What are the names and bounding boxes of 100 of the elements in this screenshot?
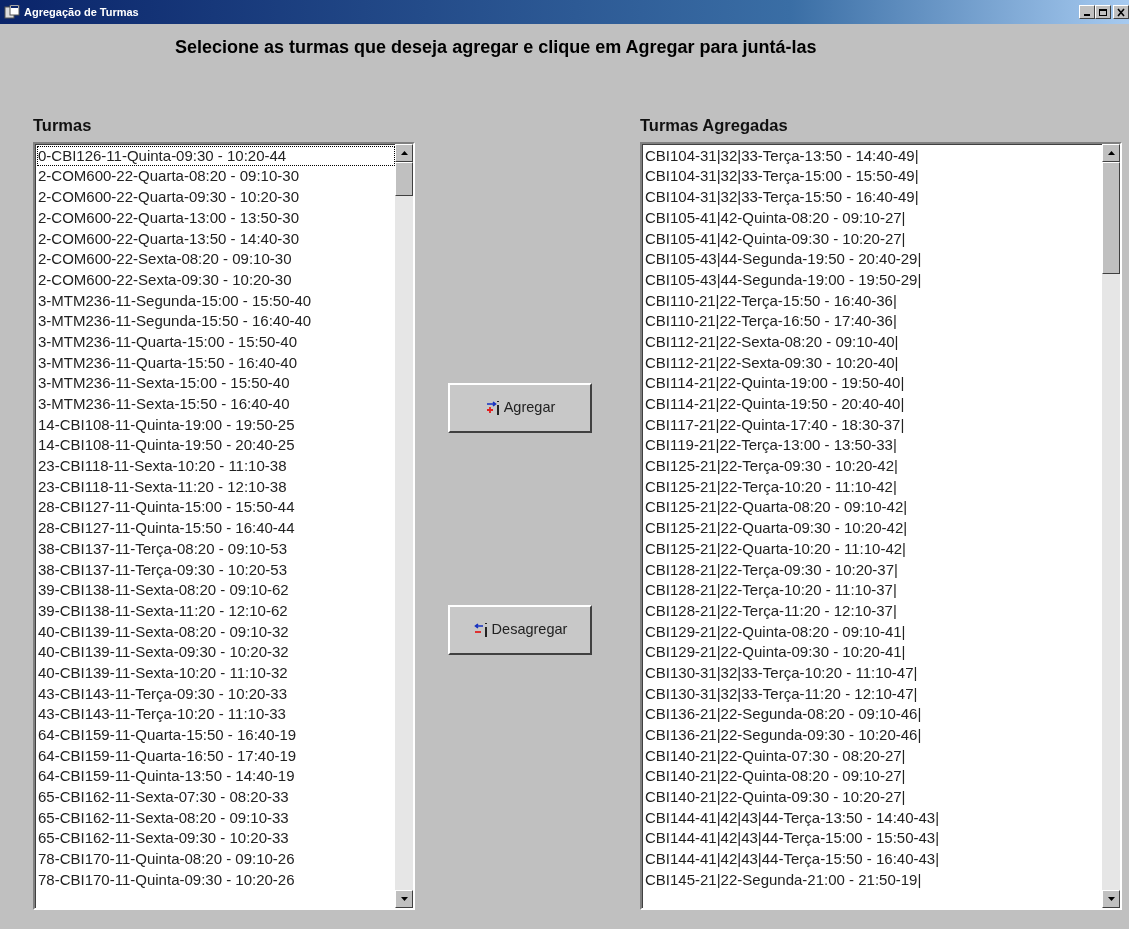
list-item[interactable]: CBI130-31|32|33-Terça-10:20 - 11:10-47| <box>644 662 1102 684</box>
list-item[interactable]: CBI128-21|22-Terça-10:20 - 11:10-37| <box>644 580 1102 601</box>
list-item[interactable]: CBI136-21|22-Segunda-09:30 - 10:20-46| <box>644 725 1102 746</box>
list-item[interactable]: 3-MTM236-11-Quarta-15:00 - 15:50-40 <box>37 331 395 353</box>
close-button[interactable] <box>1113 5 1129 19</box>
list-item[interactable]: 38-CBI137-11-Terça-08:20 - 09:10-53 <box>37 538 395 560</box>
maximize-icon <box>1098 7 1108 17</box>
list-item[interactable]: 65-CBI162-11-Sexta-07:30 - 08:20-33 <box>37 787 395 808</box>
list-item[interactable]: CBI114-21|22-Quinta-19:50 - 20:40-40| <box>644 394 1102 415</box>
list-item[interactable]: CBI144-41|42|43|44-Terça-15:00 - 15:50-43| <box>644 828 1102 850</box>
list-item[interactable]: 38-CBI137-11-Terça-09:30 - 10:20-53 <box>37 559 395 581</box>
list-item[interactable]: CBI128-21|22-Terça-11:20 - 12:10-37| <box>644 600 1102 622</box>
list-item[interactable]: CBI125-21|22-Terça-09:30 - 10:20-42| <box>644 456 1102 477</box>
app-icon <box>4 5 20 19</box>
list-item[interactable]: 3-MTM236-11-Segunda-15:00 - 15:50-40 <box>37 290 395 312</box>
list-item[interactable]: 14-CBI108-11-Quinta-19:00 - 19:50-25 <box>37 414 395 436</box>
list-item[interactable]: CBI105-41|42-Quinta-08:20 - 09:10-27| <box>644 207 1102 229</box>
list-item[interactable]: 2-COM600-22-Quarta-08:20 - 09:10-30 <box>37 166 395 188</box>
list-item[interactable]: CBI125-21|22-Quarta-10:20 - 11:10-42| <box>644 538 1102 560</box>
list-item[interactable]: CBI119-21|22-Terça-13:00 - 13:50-33| <box>644 435 1102 457</box>
instruction-text: Selecione as turmas que deseja agregar e clique em Agregar para juntá-las <box>174 36 818 59</box>
up-arrow-icon <box>1107 150 1115 155</box>
list-item[interactable]: CBI128-21|22-Terça-09:30 - 10:20-37| <box>644 559 1102 581</box>
list-item[interactable]: CBI105-41|42-Quinta-09:30 - 10:20-27| <box>644 228 1102 250</box>
list-item[interactable]: CBI130-31|32|33-Terça-11:20 - 12:10-47| <box>644 683 1102 705</box>
close-icon <box>1116 7 1126 17</box>
list-item[interactable]: CBI105-43|44-Segunda-19:50 - 20:40-29| <box>644 249 1102 270</box>
list-item[interactable]: CBI125-21|22-Terça-10:20 - 11:10-42| <box>644 476 1102 498</box>
list-item[interactable]: CBI144-41|42|43|44-Terça-13:50 - 14:40-43| <box>644 807 1102 829</box>
list-item[interactable]: 43-CBI143-11-Terça-10:20 - 11:10-33 <box>37 704 395 725</box>
list-item[interactable]: 14-CBI108-11-Quinta-19:50 - 20:40-25 <box>37 435 395 457</box>
list-item[interactable]: 78-CBI170-11-Quinta-08:20 - 09:10-26 <box>37 849 395 870</box>
down-arrow-icon <box>1107 896 1115 901</box>
list-box[interactable] <box>33 141 415 910</box>
scroll-thumb[interactable] <box>1102 161 1120 274</box>
minimize-button[interactable] <box>1079 5 1095 19</box>
list-item[interactable]: 64-CBI159-11-Quarta-15:50 - 16:40-19 <box>37 725 395 746</box>
remove-button[interactable]: Desagregar <box>448 605 592 655</box>
list-item[interactable]: 28-CBI127-11-Quinta-15:50 - 16:40-44 <box>37 518 395 539</box>
list-item[interactable]: 39-CBI138-11-Sexta-08:20 - 09:10-62 <box>37 580 395 601</box>
list-item[interactable]: 64-CBI159-11-Quarta-16:50 - 17:40-19 <box>37 745 395 767</box>
list-item[interactable]: CBI105-43|44-Segunda-19:00 - 19:50-29| <box>644 269 1102 291</box>
list-item[interactable]: 3-MTM236-11-Sexta-15:00 - 15:50-40 <box>37 373 395 394</box>
list-item[interactable]: 78-CBI170-11-Quinta-09:30 - 10:20-26 <box>37 869 395 891</box>
list-item[interactable]: 3-MTM236-11-Quarta-15:50 - 16:40-40 <box>37 352 395 374</box>
list-item[interactable]: 3-MTM236-11-Segunda-15:50 - 16:40-40 <box>37 311 395 332</box>
list-item[interactable]: CBI112-21|22-Sexta-09:30 - 10:20-40| <box>644 352 1102 374</box>
list-label: Turmas Agregadas <box>640 115 789 136</box>
window-title: Agregação de Turmas <box>24 4 140 20</box>
list-item[interactable]: CBI117-21|22-Quinta-17:40 - 18:30-37| <box>644 414 1102 436</box>
maximize-button[interactable] <box>1095 5 1111 19</box>
list-item[interactable]: CBI129-21|22-Quinta-09:30 - 10:20-41| <box>644 642 1102 663</box>
list-item[interactable]: 2-COM600-22-Quarta-13:50 - 14:40-30 <box>37 228 395 250</box>
list-item[interactable]: 39-CBI138-11-Sexta-11:20 - 12:10-62 <box>37 600 395 622</box>
list-item[interactable]: CBI125-21|22-Quarta-08:20 - 09:10-42| <box>644 497 1102 519</box>
list-item[interactable]: 64-CBI159-11-Quinta-13:50 - 14:40-19 <box>37 766 395 788</box>
list-item[interactable]: CBI114-21|22-Quinta-19:00 - 19:50-40| <box>644 373 1102 394</box>
list-item[interactable]: CBI112-21|22-Sexta-08:20 - 09:10-40| <box>644 331 1102 353</box>
list-item[interactable]: 40-CBI139-11-Sexta-08:20 - 09:10-32 <box>37 621 395 643</box>
list-box[interactable] <box>640 141 1122 910</box>
list-item[interactable]: 2-COM600-22-Quarta-13:00 - 13:50-30 <box>37 207 395 229</box>
minimize-icon <box>1084 14 1090 16</box>
remove-arrows-icon <box>472 622 489 638</box>
scrollbar[interactable] <box>1102 143 1120 908</box>
list-item[interactable]: 2-COM600-22-Sexta-09:30 - 10:20-30 <box>37 269 395 291</box>
list-item[interactable]: CBI110-21|22-Terça-16:50 - 17:40-36| <box>644 311 1102 332</box>
list-item[interactable]: CBI104-31|32|33-Terça-13:50 - 14:40-49| <box>644 145 1102 167</box>
scrollbar[interactable] <box>395 143 413 908</box>
list-item[interactable]: 23-CBI118-11-Sexta-11:20 - 12:10-38 <box>37 476 395 498</box>
scroll-down-button[interactable] <box>1102 889 1120 908</box>
list-item[interactable]: 65-CBI162-11-Sexta-09:30 - 10:20-33 <box>37 828 395 850</box>
list-item[interactable]: CBI140-21|22-Quinta-07:30 - 08:20-27| <box>644 745 1102 767</box>
list-item[interactable]: CBI144-41|42|43|44-Terça-15:50 - 16:40-43| <box>644 849 1102 870</box>
list-item[interactable]: 0-CBI126-11-Quinta-09:30 - 10:20-44 <box>37 145 395 167</box>
list-item[interactable]: CBI125-21|22-Quarta-09:30 - 10:20-42| <box>644 518 1102 539</box>
list-item[interactable]: CBI140-21|22-Quinta-09:30 - 10:20-27| <box>644 787 1102 808</box>
list-item[interactable]: CBI110-21|22-Terça-15:50 - 16:40-36| <box>644 290 1102 312</box>
up-arrow-icon <box>400 150 408 155</box>
list-item[interactable]: 2-COM600-22-Quarta-09:30 - 10:20-30 <box>37 187 395 208</box>
add-button[interactable]: Agregar <box>448 383 592 433</box>
list-item[interactable]: 40-CBI139-11-Sexta-09:30 - 10:20-32 <box>37 642 395 663</box>
list-item[interactable]: 43-CBI143-11-Terça-09:30 - 10:20-33 <box>37 683 395 705</box>
list-item[interactable]: 40-CBI139-11-Sexta-10:20 - 11:10-32 <box>37 662 395 684</box>
list-item[interactable]: CBI136-21|22-Segunda-08:20 - 09:10-46| <box>644 704 1102 725</box>
list-item[interactable]: CBI129-21|22-Quinta-08:20 - 09:10-41| <box>644 621 1102 643</box>
scroll-up-button[interactable] <box>395 143 413 162</box>
list-item[interactable]: 3-MTM236-11-Sexta-15:50 - 16:40-40 <box>37 394 395 415</box>
list-item[interactable]: CBI104-31|32|33-Terça-15:50 - 16:40-49| <box>644 187 1102 208</box>
list-item[interactable]: CBI145-21|22-Segunda-21:00 - 21:50-19| <box>644 869 1102 891</box>
add-arrows-icon <box>484 400 501 416</box>
list-label: Turmas <box>33 115 93 136</box>
scroll-down-button[interactable] <box>395 889 413 908</box>
list-item[interactable]: CBI140-21|22-Quinta-08:20 - 09:10-27| <box>644 766 1102 788</box>
scroll-thumb[interactable] <box>395 161 413 196</box>
list-item[interactable]: 65-CBI162-11-Sexta-08:20 - 09:10-33 <box>37 807 395 829</box>
list-item[interactable]: 23-CBI118-11-Sexta-10:20 - 11:10-38 <box>37 456 395 477</box>
scroll-up-button[interactable] <box>1102 143 1120 162</box>
list-item[interactable]: 28-CBI127-11-Quinta-15:00 - 15:50-44 <box>37 497 395 519</box>
list-item[interactable]: CBI104-31|32|33-Terça-15:00 - 15:50-49| <box>644 166 1102 188</box>
list-item[interactable]: 2-COM600-22-Sexta-08:20 - 09:10-30 <box>37 249 395 270</box>
